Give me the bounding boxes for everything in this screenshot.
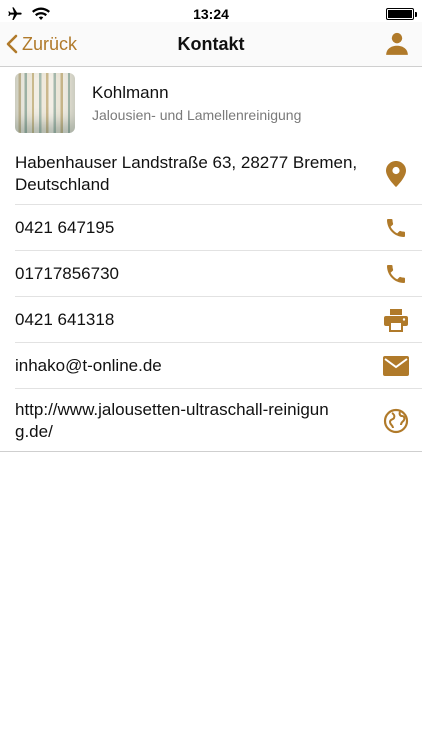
email-row[interactable]: inhako@t-online.de bbox=[0, 343, 422, 389]
address-text: Habenhauser Landstraße 63, 28277 Bremen,… bbox=[15, 152, 358, 194]
contact-header-text: Kohlmann Jalousien- und Lamellenreinigun… bbox=[92, 83, 301, 123]
email-address: inhako@t-online.de bbox=[15, 356, 162, 375]
company-image bbox=[15, 73, 75, 133]
navigation-bar: Zurück Kontakt bbox=[0, 22, 422, 67]
back-button[interactable]: Zurück bbox=[6, 22, 77, 66]
contact-list: Habenhauser Landstraße 63, 28277 Bremen,… bbox=[0, 142, 422, 452]
back-button-label: Zurück bbox=[22, 33, 78, 54]
contact-header: Kohlmann Jalousien- und Lamellenreinigun… bbox=[0, 67, 422, 139]
website-row[interactable]: http://www.jalousetten-ultraschall-reini… bbox=[0, 389, 422, 452]
company-name: Kohlmann bbox=[92, 83, 169, 102]
phone-icon[interactable] bbox=[382, 260, 410, 288]
person-icon[interactable] bbox=[384, 30, 410, 56]
fax-number: 0421 641318 bbox=[15, 310, 115, 329]
printer-icon[interactable] bbox=[382, 306, 410, 334]
fax-row[interactable]: 0421 641318 bbox=[0, 297, 422, 343]
address-row[interactable]: Habenhauser Landstraße 63, 28277 Bremen,… bbox=[0, 142, 422, 205]
company-subtitle: Jalousien- und Lamellenreinigung bbox=[92, 107, 302, 123]
phone-row[interactable]: 0421 647195 bbox=[0, 205, 422, 251]
location-pin-icon[interactable] bbox=[382, 160, 410, 188]
chevron-left-icon bbox=[6, 34, 18, 54]
page-title: Kontakt bbox=[177, 33, 245, 54]
mail-icon[interactable] bbox=[382, 352, 410, 380]
phone-number: 0421 647195 bbox=[15, 218, 115, 237]
mobile-number: 01717856730 bbox=[15, 264, 120, 283]
mobile-row[interactable]: 01717856730 bbox=[0, 251, 422, 297]
phone-icon[interactable] bbox=[382, 214, 410, 242]
battery-icon bbox=[386, 8, 417, 20]
website-url[interactable]: http://www.jalousetten-ultraschall-reini… bbox=[15, 399, 335, 443]
status-time: 13:24 bbox=[193, 6, 229, 22]
globe-icon[interactable] bbox=[382, 407, 410, 435]
